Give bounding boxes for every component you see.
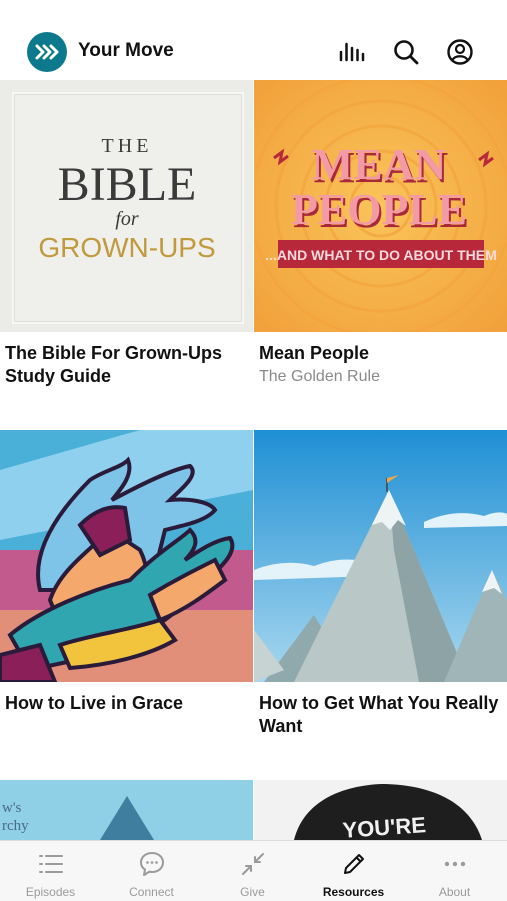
art-text-partial-2: rchy [2,818,29,834]
tab-resources[interactable]: Resources [303,841,404,901]
art-text-grownups: GROWN-UPS [38,232,215,263]
audio-bars-icon[interactable] [338,38,366,66]
art-text-bible: BIBLE [58,158,197,211]
list-icon [39,855,63,873]
tab-episodes[interactable]: Episodes [0,841,101,901]
art-text-for: for [115,208,139,230]
card-title: How to Get What You Really Want [259,693,499,736]
card-artwork: w's rchy [0,780,253,840]
resource-card[interactable]: YOU'RE [254,780,507,840]
card-artwork: MEAN MEAN PEOPLE PEOPLE ...AND WHAT TO D… [254,80,507,332]
card-title: How to Live in Grace [5,693,184,713]
card-title: Mean People [259,343,370,363]
tab-connect[interactable]: Connect [101,841,202,901]
chat-bubble-icon [140,852,164,876]
card-artwork: YOU'RE [254,780,507,840]
tab-label: Connect [129,885,174,899]
tab-label: Episodes [25,885,76,899]
app-title: Your Move [78,40,174,61]
chevrons-logo-icon[interactable] [27,32,67,72]
art-text-youre: YOU'RE [342,812,427,840]
art-text-mean: MEAN [312,140,447,189]
arrows-in-icon [242,853,264,875]
search-icon[interactable] [392,38,420,66]
resource-card[interactable]: MEAN MEAN PEOPLE PEOPLE ...AND WHAT TO D… [254,80,507,410]
card-artwork: THE BIBLE for GROWN-UPS [0,80,253,332]
tab-label: Resources [322,885,385,899]
art-text-tagline: ...AND WHAT TO DO ABOUT THEM [265,247,497,263]
tab-give[interactable]: Give [202,841,303,901]
resource-card[interactable]: How to Live in Grace [0,430,253,760]
art-text-people: PEOPLE [291,185,467,234]
card-subtitle: The Golden Rule [259,368,380,385]
tab-label: Give [240,885,265,899]
resource-card[interactable]: How to Get What You Really Want [254,430,507,760]
art-text-the: THE [102,135,153,157]
card-title: The Bible For Grown-Ups Study Guide [5,343,223,386]
pencil-icon [344,854,364,874]
resource-card[interactable]: w's rchy [0,780,253,840]
profile-icon[interactable] [446,38,474,66]
app-header: Your Move [0,0,507,80]
card-artwork [254,430,507,682]
art-text-partial-1: w's [2,800,22,816]
card-artwork [0,430,253,682]
bottom-tab-bar: Episodes Connect Give Resources About [0,840,507,901]
more-dots-icon [444,861,466,867]
tab-about[interactable]: About [404,841,505,901]
resource-card[interactable]: THE BIBLE for GROWN-UPS The Bible For Gr… [0,80,253,410]
tab-label: About [438,885,471,899]
